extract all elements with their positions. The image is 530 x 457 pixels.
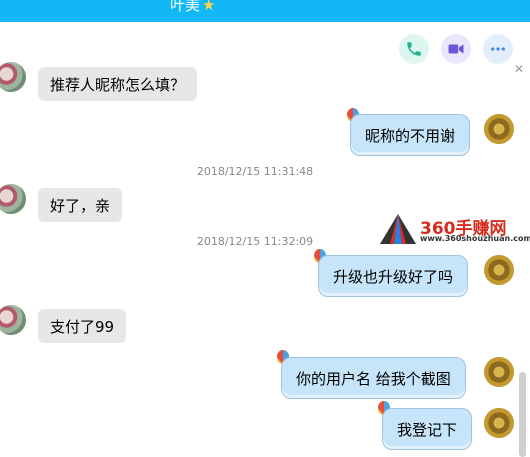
phone-icon — [407, 42, 421, 56]
my-avatar[interactable] — [484, 255, 514, 285]
more-icon — [491, 47, 505, 51]
message-text: 升级也升级好了吗 — [333, 267, 454, 286]
more-button[interactable] — [483, 34, 513, 64]
star-badge-icon: ★ — [202, 0, 216, 14]
message-bubble-sent: 升级也升级好了吗 — [318, 255, 469, 297]
contact-name: 叶美 — [170, 0, 201, 14]
close-icon[interactable]: ✕ — [514, 62, 524, 76]
message-bubble-received: 推荐人昵称怎么填？ — [38, 67, 198, 101]
message-bubble-sent: 你的用户名 给我个截图 — [281, 357, 466, 399]
message-text: 支付了99 — [50, 317, 115, 336]
message-text: 昵称的不用谢 — [365, 126, 456, 145]
my-avatar[interactable] — [484, 114, 514, 144]
chat-title: 叶美 ★ — [170, 0, 215, 15]
message-text: 我登记下 — [397, 420, 458, 439]
my-avatar[interactable] — [484, 408, 514, 438]
message-bubble-received: 支付了99 — [38, 309, 127, 343]
chat-scrollbar[interactable] — [519, 372, 526, 457]
message-timestamp: 2018/12/15 11:31:48 — [196, 165, 314, 178]
title-bar: 叶美 ★ — [0, 0, 530, 22]
video-call-button[interactable] — [441, 34, 471, 64]
message-bubble-received: 好了，亲 — [38, 188, 123, 222]
message-timestamp: 2018/12/15 11:32:09 — [196, 235, 314, 248]
voice-call-button[interactable] — [399, 34, 429, 64]
message-text: 你的用户名 给我个截图 — [296, 369, 451, 388]
message-text: 推荐人昵称怎么填？ — [50, 75, 186, 94]
contact-avatar[interactable] — [0, 184, 26, 214]
message-text: 好了，亲 — [50, 196, 111, 215]
my-avatar[interactable] — [484, 357, 514, 387]
contact-avatar[interactable] — [0, 305, 26, 335]
video-camera-icon — [448, 44, 464, 54]
message-bubble-sent: 我登记下 — [382, 408, 473, 450]
contact-avatar[interactable] — [0, 62, 26, 92]
message-bubble-sent: 昵称的不用谢 — [350, 114, 471, 156]
